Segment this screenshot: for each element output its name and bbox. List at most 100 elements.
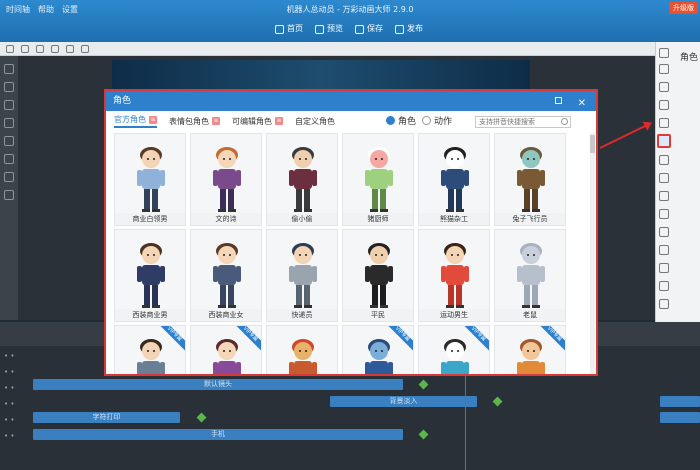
radio-action[interactable]: 动作 xyxy=(422,114,452,127)
tab-custom[interactable]: 自定义角色 xyxy=(295,116,335,127)
character-card[interactable]: 西装商业男 xyxy=(114,229,186,322)
tool-icon[interactable] xyxy=(4,136,14,146)
picture-icon[interactable] xyxy=(659,100,669,110)
preview-button[interactable]: 预览 xyxy=(315,22,343,36)
tool-icon[interactable] xyxy=(4,172,14,182)
timeline-track[interactable]: 默认镜头 xyxy=(33,379,403,390)
maximize-icon[interactable] xyxy=(555,97,562,104)
search-icon[interactable] xyxy=(561,118,568,125)
text-icon[interactable] xyxy=(659,118,669,128)
bubble-icon[interactable] xyxy=(659,155,669,165)
title-bar: 时间轴 帮助 设置 机器人总动员 - 万彩动画大师 2.9.0 首页 预览 保存… xyxy=(0,0,700,42)
character-card[interactable]: 快递员 xyxy=(266,229,338,322)
track-controls[interactable]: • • xyxy=(4,416,24,424)
tab-editable[interactable]: 可编辑角色 ≡ xyxy=(232,116,283,127)
radio-unchecked-icon xyxy=(422,116,431,125)
track-controls[interactable]: • • xyxy=(4,384,24,392)
character-card[interactable]: 偷小偷 xyxy=(266,133,338,226)
search-input[interactable] xyxy=(475,116,571,128)
close-icon[interactable]: ✕ xyxy=(578,94,586,114)
publish-icon xyxy=(395,24,404,34)
character-figure-icon xyxy=(289,339,317,374)
align-tool-icon[interactable] xyxy=(51,44,59,53)
category-badge: ≡ xyxy=(149,115,157,124)
publish-button[interactable]: 发布 xyxy=(395,22,423,36)
scrollbar-thumb[interactable] xyxy=(590,135,595,153)
vip-ribbon: VIP专属 xyxy=(387,326,413,352)
character-figure-icon xyxy=(365,147,393,212)
tool-icon[interactable] xyxy=(4,190,14,200)
tool-icon[interactable] xyxy=(6,44,14,53)
upgrade-button[interactable]: 升级版 xyxy=(669,2,698,14)
lock-tool-icon[interactable] xyxy=(81,44,89,53)
layers-icon[interactable] xyxy=(659,48,669,58)
zoom-tool-icon[interactable] xyxy=(36,44,44,53)
character-card[interactable]: 熊猫杂工 xyxy=(418,133,490,226)
chat-icon[interactable] xyxy=(659,173,669,183)
character-figure-icon xyxy=(213,243,241,308)
grid-tool-icon[interactable] xyxy=(66,44,74,53)
effects-icon[interactable] xyxy=(659,245,669,255)
character-card[interactable]: VIP专属 xyxy=(190,325,262,374)
timeline-track[interactable]: 背景淡入 xyxy=(330,396,477,407)
track-controls[interactable]: • • xyxy=(4,368,24,376)
character-card[interactable]: VIP专属 xyxy=(494,325,566,374)
character-figure-icon xyxy=(137,147,165,212)
character-card[interactable] xyxy=(266,325,338,374)
vip-ribbon-text: VIP专属 xyxy=(539,326,565,352)
timeline-track[interactable]: 手机 xyxy=(33,429,403,440)
character-card[interactable]: VIP专属 xyxy=(114,325,186,374)
clock-icon[interactable] xyxy=(659,281,669,291)
image-icon[interactable] xyxy=(659,64,669,74)
character-card[interactable]: 西装商业女 xyxy=(190,229,262,322)
shape-icon[interactable] xyxy=(659,82,669,92)
vip-ribbon-text: VIP专属 xyxy=(159,326,185,352)
keyframe-marker[interactable] xyxy=(418,379,429,390)
character-card[interactable]: VIP专属 xyxy=(342,325,414,374)
grid-scrollbar[interactable] xyxy=(590,133,595,374)
character-icon[interactable] xyxy=(657,134,671,148)
tab-official[interactable]: 官方角色 ≡ xyxy=(114,114,157,128)
character-name: 猪厨师 xyxy=(343,213,413,225)
tools-icon[interactable] xyxy=(659,227,669,237)
track-controls[interactable]: • • xyxy=(4,352,24,360)
tab-emoji[interactable]: 表情包角色 ≡ xyxy=(169,116,220,127)
home-button[interactable]: 首页 xyxy=(275,22,303,36)
character-name: 熊猫杂工 xyxy=(419,213,489,225)
video-icon[interactable] xyxy=(659,209,669,219)
more-icon[interactable] xyxy=(659,299,669,309)
calendar-icon[interactable] xyxy=(659,263,669,273)
character-name: 文的诗 xyxy=(191,213,261,225)
timeline-track[interactable]: 字符打印 xyxy=(33,412,180,423)
character-card[interactable]: 兔子飞行员 xyxy=(494,133,566,226)
home-tool-icon[interactable] xyxy=(21,44,29,53)
character-figure-icon xyxy=(441,147,469,212)
character-card[interactable]: 文的诗 xyxy=(190,133,262,226)
tool-icon[interactable] xyxy=(4,64,14,74)
keyframe-marker[interactable] xyxy=(196,412,207,423)
character-card[interactable]: 猪厨师 xyxy=(342,133,414,226)
radio-character[interactable]: 角色 xyxy=(386,114,416,127)
tool-icon[interactable] xyxy=(4,118,14,128)
character-card[interactable]: 运动男生 xyxy=(418,229,490,322)
tool-icon[interactable] xyxy=(4,82,14,92)
dialog-title: 角色 xyxy=(113,96,132,106)
track-controls[interactable]: • • xyxy=(4,432,24,440)
keyframe-marker[interactable] xyxy=(418,429,429,440)
tool-icon[interactable] xyxy=(4,100,14,110)
tool-icon[interactable] xyxy=(4,154,14,164)
app-title: 机器人总动员 - 万彩动画大师 2.9.0 xyxy=(286,5,414,14)
timeline-track[interactable] xyxy=(660,396,700,407)
music-icon[interactable] xyxy=(659,191,669,201)
track-controls[interactable]: • • xyxy=(4,400,24,408)
save-button[interactable]: 保存 xyxy=(355,22,383,36)
character-card[interactable]: 平民 xyxy=(342,229,414,322)
keyframe-marker[interactable] xyxy=(492,396,503,407)
vip-ribbon-text: VIP专属 xyxy=(463,326,489,352)
character-card[interactable]: 商业白领男 xyxy=(114,133,186,226)
character-card[interactable]: VIP专属 xyxy=(418,325,490,374)
character-card[interactable]: 老鼠 xyxy=(494,229,566,322)
character-name: 偷小偷 xyxy=(267,213,337,225)
timeline-track[interactable] xyxy=(660,412,700,423)
character-dialog: 角色 ✕ 官方角色≡ 表情包角色≡ 可编辑角色≡ 自定义角色 角色 动作 商业白… xyxy=(104,89,598,376)
